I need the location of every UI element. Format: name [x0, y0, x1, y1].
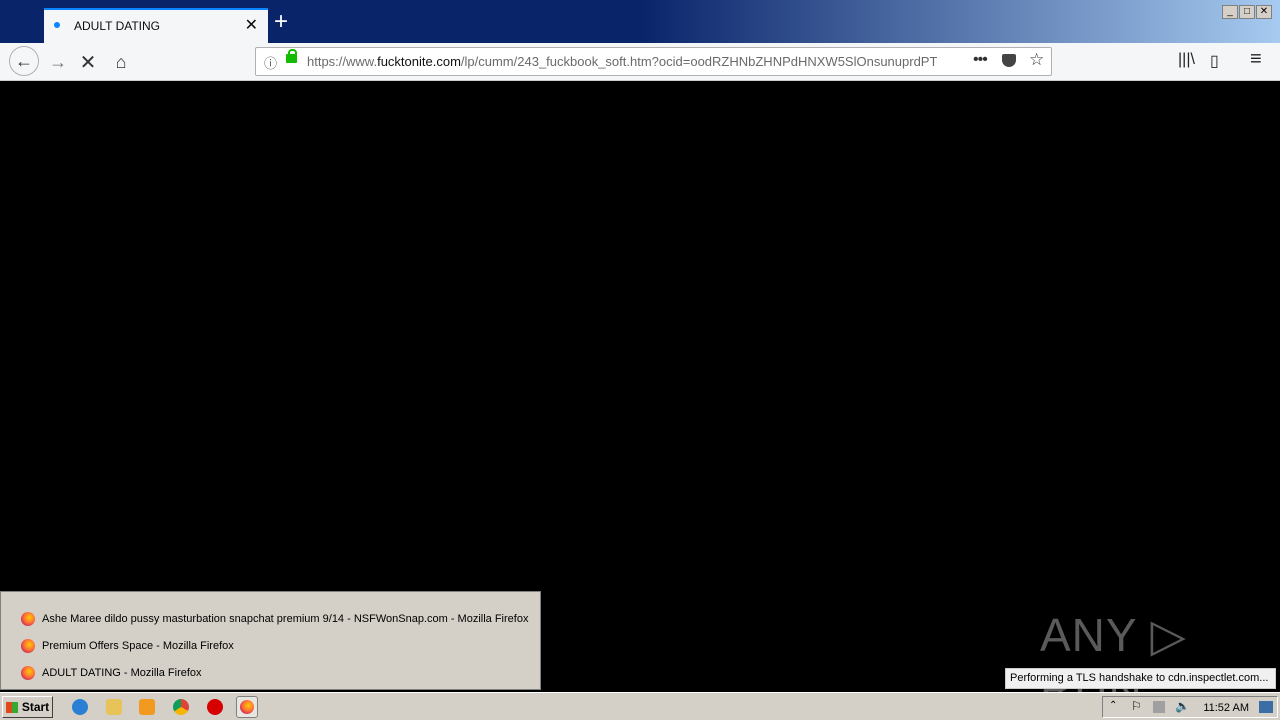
flag-icon[interactable]: ⚐ [1131, 699, 1142, 713]
site-info-icon[interactable]: ⓘ [264, 53, 277, 72]
menu-icon[interactable]: ≡ [1250, 48, 1262, 71]
lock-icon [286, 49, 297, 63]
tab-title: ADULT DATING [74, 19, 161, 33]
bookmark-star-icon[interactable]: ☆ [1029, 50, 1044, 70]
firefox-taskbar-button[interactable] [236, 696, 258, 718]
clock: 11:52 AM [1203, 702, 1249, 714]
volume-icon[interactable]: 🔈 [1175, 699, 1190, 713]
back-button[interactable]: ← [9, 46, 39, 76]
taskbar: Start ⌃ ⚐ 🔈 11:52 AM [0, 692, 1280, 720]
chrome-icon[interactable] [173, 699, 189, 715]
url-text[interactable]: https://www.fucktonite.com/lp/cumm/243_f… [307, 54, 937, 69]
window-controls: _ □ ✕ [1222, 5, 1272, 19]
window-titlebar: ADULT DATING ✕ + _ □ ✕ [0, 0, 1280, 43]
new-tab-button[interactable]: + [274, 10, 288, 34]
tab-close-icon[interactable]: ✕ [245, 15, 258, 35]
minimize-button[interactable]: _ [1222, 5, 1238, 19]
start-button[interactable]: Start [2, 696, 53, 718]
tab-adult-dating[interactable]: ADULT DATING ✕ [44, 8, 268, 43]
firefox-icon [21, 612, 35, 626]
tray-expand-icon[interactable]: ⌃ [1109, 700, 1117, 711]
taskbar-window-list: Ashe Maree dildo pussy masturbation snap… [0, 591, 541, 690]
url-bar[interactable]: ⓘ https://www.fucktonite.com/lp/cumm/243… [255, 47, 1052, 76]
tab-loading-icon [54, 22, 60, 28]
window-list-label: Premium Offers Space - Mozilla Firefox [42, 640, 234, 652]
file-explorer-icon[interactable] [106, 699, 122, 715]
firefox-icon [21, 666, 35, 680]
window-list-label: ADULT DATING - Mozilla Firefox [42, 667, 202, 679]
firefox-icon [240, 700, 254, 714]
close-window-button[interactable]: ✕ [1256, 5, 1272, 19]
show-desktop-icon[interactable] [1259, 701, 1273, 713]
status-bar: Performing a TLS handshake to cdn.inspec… [1005, 668, 1276, 689]
window-list-item[interactable]: ADULT DATING - Mozilla Firefox [21, 663, 202, 683]
system-tray: ⌃ ⚐ 🔈 11:52 AM [1102, 696, 1278, 718]
firefox-icon [21, 639, 35, 653]
opera-icon[interactable] [207, 699, 223, 715]
window-list-item[interactable]: Premium Offers Space - Mozilla Firefox [21, 636, 234, 656]
maximize-button[interactable]: □ [1239, 5, 1255, 19]
titlebar-left-block [0, 0, 44, 43]
window-list-label: Ashe Maree dildo pussy masturbation snap… [42, 613, 529, 625]
internet-explorer-icon[interactable] [72, 699, 88, 715]
window-list-item[interactable]: Ashe Maree dildo pussy masturbation snap… [21, 609, 528, 629]
network-icon[interactable] [1153, 701, 1165, 713]
forward-button[interactable]: → [44, 48, 72, 76]
windows-flag-icon [5, 701, 18, 713]
start-label: Start [21, 700, 50, 714]
navigation-toolbar: ← → ✕ ⌂ ⓘ https://www.fucktonite.com/lp/… [0, 43, 1280, 81]
stop-loading-button[interactable]: ✕ [74, 48, 102, 76]
library-icon[interactable]: |||\ [1178, 51, 1195, 69]
home-button[interactable]: ⌂ [107, 48, 135, 76]
pocket-icon[interactable] [1002, 54, 1016, 67]
sidebar-icon[interactable]: ▯ [1210, 51, 1219, 71]
media-player-icon[interactable] [139, 699, 155, 715]
page-actions-more-icon[interactable]: ••• [973, 51, 988, 69]
